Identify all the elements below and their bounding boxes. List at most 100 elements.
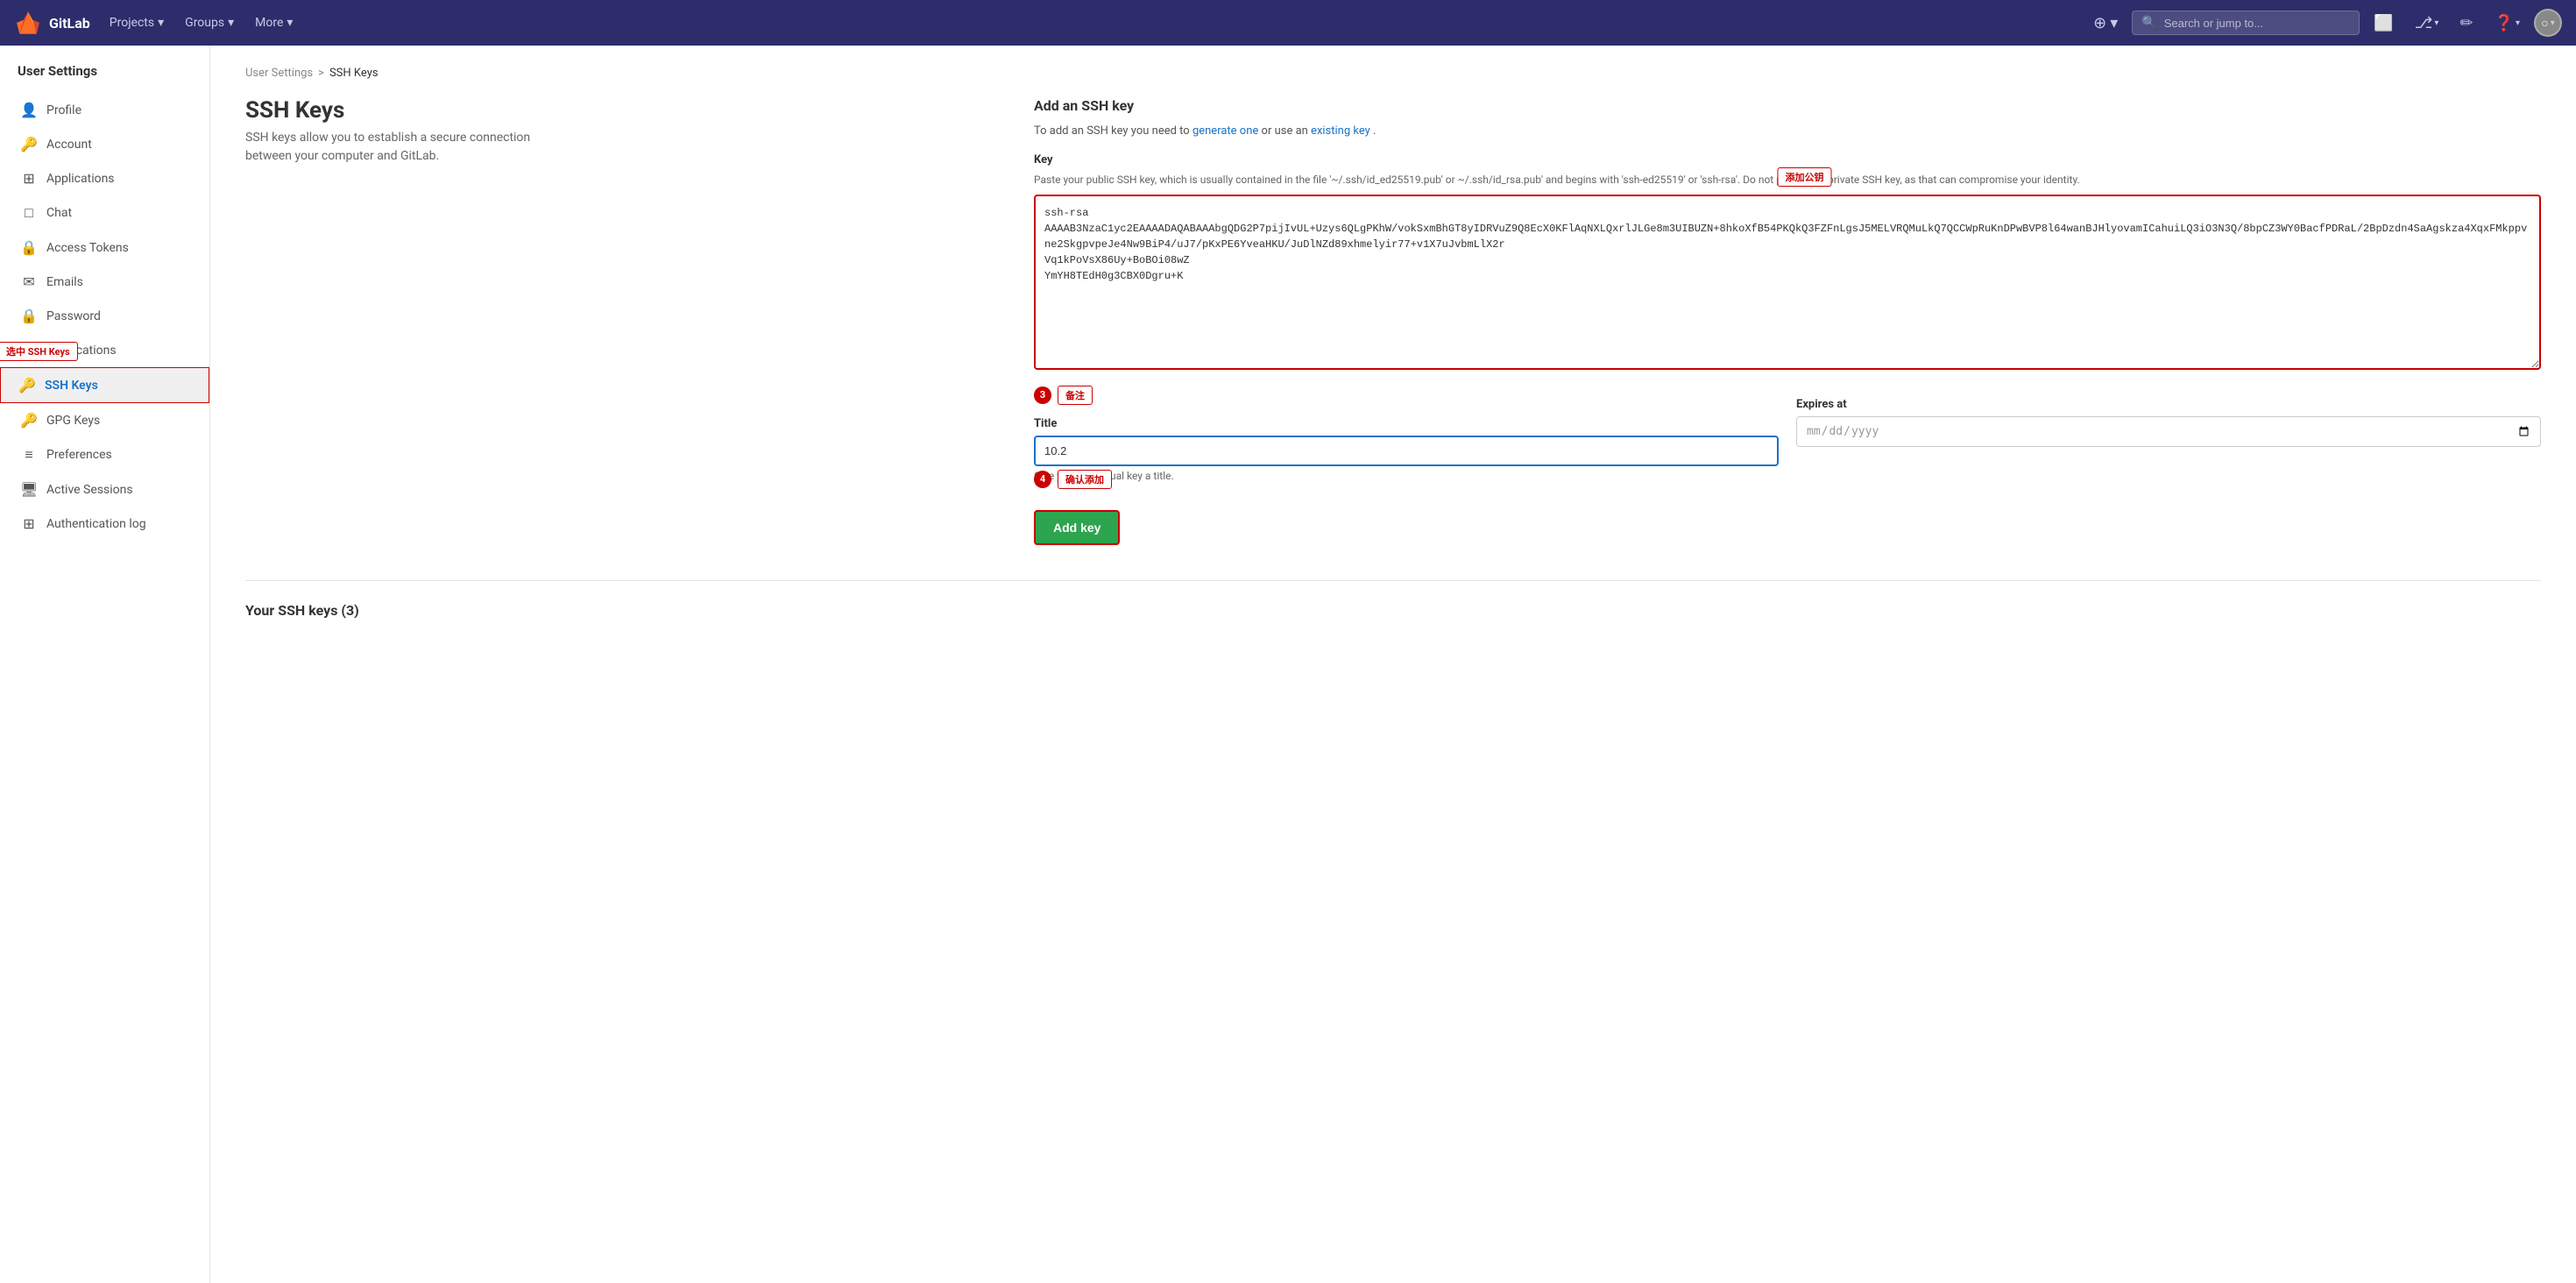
sidebar-item-emails[interactable]: ✉ Emails xyxy=(0,265,209,299)
sidebar-item-auth-log[interactable]: ⊞ Authentication log xyxy=(0,507,209,541)
sidebar-item-label: Chat xyxy=(46,206,72,220)
sidebar-item-label: SSH Keys xyxy=(45,379,98,393)
add-key-btn-wrapper: 4 确认添加 Add key xyxy=(1034,496,1120,545)
sidebar-item-password[interactable]: 🔒 Password xyxy=(0,299,209,333)
chevron-down-icon: ▾ xyxy=(2110,14,2118,32)
sidebar-item-preferences[interactable]: ≡ Preferences xyxy=(0,437,209,472)
edit-icon-btn[interactable]: ✏ xyxy=(2452,9,2480,38)
applications-icon: ⊞ xyxy=(20,170,38,187)
annotation-badge-3: 3 xyxy=(1034,386,1051,404)
chevron-down-icon: ▾ xyxy=(2434,18,2438,28)
breadcrumb-current: SSH Keys xyxy=(329,67,379,80)
title-field-label: Title xyxy=(1034,417,1779,430)
right-column: Add an SSH key To add an SSH key you nee… xyxy=(1034,97,2541,545)
sidebar-item-profile[interactable]: 👤 Profile xyxy=(0,93,209,127)
edit-icon: ✏ xyxy=(2459,14,2473,32)
sidebar-item-label: Profile xyxy=(46,103,81,117)
logo-text: GitLab xyxy=(49,15,90,32)
annotation-3-wrapper: 3 备注 xyxy=(1034,386,1779,405)
form-row: 3 备注 Title Give your individual key a ti… xyxy=(1034,386,2541,482)
sidebar-item-label: GPG Keys xyxy=(46,414,100,428)
key-textarea[interactable]: ssh-rsa AAAAB3NzaC1yc2EAAAADAQABAAAbgQDG… xyxy=(1034,195,2541,370)
sidebar-title: User Settings xyxy=(0,63,209,93)
ssh-keys-icon: 🔑 xyxy=(18,377,36,393)
preferences-icon: ≡ xyxy=(20,446,38,464)
annotation-label-4: 确认添加 xyxy=(1058,470,1112,489)
auth-log-icon: ⊞ xyxy=(20,515,38,532)
annotation-label-2: 添加公钥 xyxy=(1778,167,1832,187)
access-tokens-icon: 🔒 xyxy=(20,239,38,256)
annotation-label-3: 备注 xyxy=(1058,386,1093,405)
breadcrumb-sep: > xyxy=(318,67,324,80)
sidebar: User Settings 👤 Profile 🔑 Account ⊞ Appl… xyxy=(0,46,210,1283)
page-description: SSH keys allow you to establish a secure… xyxy=(245,129,561,166)
left-column: SSH Keys SSH keys allow you to establish… xyxy=(245,97,999,545)
chevron-down-icon: ▾ xyxy=(2551,18,2555,28)
account-icon: 🔑 xyxy=(20,136,38,152)
screen-icon-btn[interactable]: ⬜ xyxy=(2367,9,2400,38)
page-title: SSH Keys xyxy=(245,97,999,124)
sidebar-ssh-keys-wrapper: 🔑 SSH Keys 1 选中 SSH Keys xyxy=(0,367,209,403)
merge-request-icon-btn[interactable]: ⎇ ▾ xyxy=(2408,9,2446,38)
annotation-4-wrapper: 4 确认添加 xyxy=(1034,470,1112,489)
title-field-hint: Give your individual key a title. xyxy=(1034,470,1779,482)
annotation-2-wrapper: 2 添加公钥 xyxy=(1778,168,1798,186)
user-avatar-btn[interactable]: ○ ▾ xyxy=(2534,9,2562,37)
annotation-label-1: 选中 SSH Keys xyxy=(0,342,78,361)
sidebar-item-label: Account xyxy=(46,138,92,152)
logo[interactable]: GitLab xyxy=(14,9,90,37)
add-section-title: Add an SSH key xyxy=(1034,97,2541,114)
sidebar-item-active-sessions[interactable]: 🖥 Active Sessions xyxy=(0,472,209,507)
annotation-badge-4: 4 xyxy=(1034,471,1051,488)
sidebar-item-label: Access Tokens xyxy=(46,241,129,255)
title-input[interactable] xyxy=(1034,436,1779,466)
chevron-down-icon: ▾ xyxy=(2516,18,2520,28)
gpg-keys-icon: 🔑 xyxy=(20,412,38,429)
chevron-down-icon: ▾ xyxy=(287,16,293,30)
password-icon: 🔒 xyxy=(20,308,38,324)
screen-icon: ⬜ xyxy=(2374,14,2393,32)
existing-key-link[interactable]: existing key xyxy=(1311,124,1370,138)
sidebar-item-label: Applications xyxy=(46,172,115,186)
breadcrumb: User Settings > SSH Keys xyxy=(245,67,2541,80)
sidebar-item-applications[interactable]: ⊞ Applications xyxy=(0,161,209,195)
help-icon-btn[interactable]: ❓ ▾ xyxy=(2488,9,2527,38)
breadcrumb-parent: User Settings xyxy=(245,67,313,80)
merge-icon: ⎇ xyxy=(2415,14,2433,32)
topnav: GitLab Projects ▾ Groups ▾ More ▾ ⊕ ▾ 🔍 … xyxy=(0,0,2576,46)
sidebar-item-ssh-keys[interactable]: 🔑 SSH Keys xyxy=(0,367,209,403)
layout: User Settings 👤 Profile 🔑 Account ⊞ Appl… xyxy=(0,0,2576,1283)
content-grid: SSH Keys SSH keys allow you to establish… xyxy=(245,97,2541,545)
chevron-down-icon: ▾ xyxy=(158,16,164,30)
create-new-button[interactable]: ⊕ ▾ xyxy=(2086,9,2125,38)
help-icon: ❓ xyxy=(2495,14,2514,32)
active-sessions-icon: 🖥 xyxy=(20,481,38,498)
key-field-label: Key xyxy=(1034,153,2541,167)
search-input[interactable] xyxy=(2164,17,2351,30)
nav-groups[interactable]: Groups ▾ xyxy=(176,11,243,35)
sidebar-item-label: Emails xyxy=(46,275,83,289)
chat-icon: □ xyxy=(20,204,38,222)
emails-icon: ✉ xyxy=(20,273,38,290)
search-bar[interactable]: 🔍 xyxy=(2132,11,2360,35)
title-group: 3 备注 Title Give your individual key a ti… xyxy=(1034,386,1779,482)
sidebar-item-gpg-keys[interactable]: 🔑 GPG Keys xyxy=(0,403,209,437)
main-content: User Settings > SSH Keys SSH Keys SSH ke… xyxy=(210,46,2576,1283)
expires-field-label: Expires at xyxy=(1796,398,2541,411)
avatar: ○ xyxy=(2541,16,2548,31)
nav-more[interactable]: More ▾ xyxy=(246,11,301,35)
add-key-button[interactable]: Add key xyxy=(1034,510,1120,545)
search-icon: 🔍 xyxy=(2141,16,2156,30)
add-section-intro: To add an SSH key you need to generate o… xyxy=(1034,123,2541,141)
expires-group: Expires at xyxy=(1796,386,2541,482)
sidebar-item-account[interactable]: 🔑 Account xyxy=(0,127,209,161)
sidebar-item-access-tokens[interactable]: 🔒 Access Tokens xyxy=(0,230,209,265)
nav-projects[interactable]: Projects ▾ xyxy=(101,11,173,35)
annotation-1-wrapper: 1 选中 SSH Keys xyxy=(0,343,18,360)
sidebar-item-chat[interactable]: □ Chat xyxy=(0,195,209,230)
profile-icon: 👤 xyxy=(20,102,38,118)
your-ssh-keys-title: Your SSH keys (3) xyxy=(245,580,2541,619)
expires-date-input[interactable] xyxy=(1796,416,2541,447)
topnav-nav: Projects ▾ Groups ▾ More ▾ xyxy=(101,11,302,35)
generate-one-link[interactable]: generate one xyxy=(1192,124,1258,138)
